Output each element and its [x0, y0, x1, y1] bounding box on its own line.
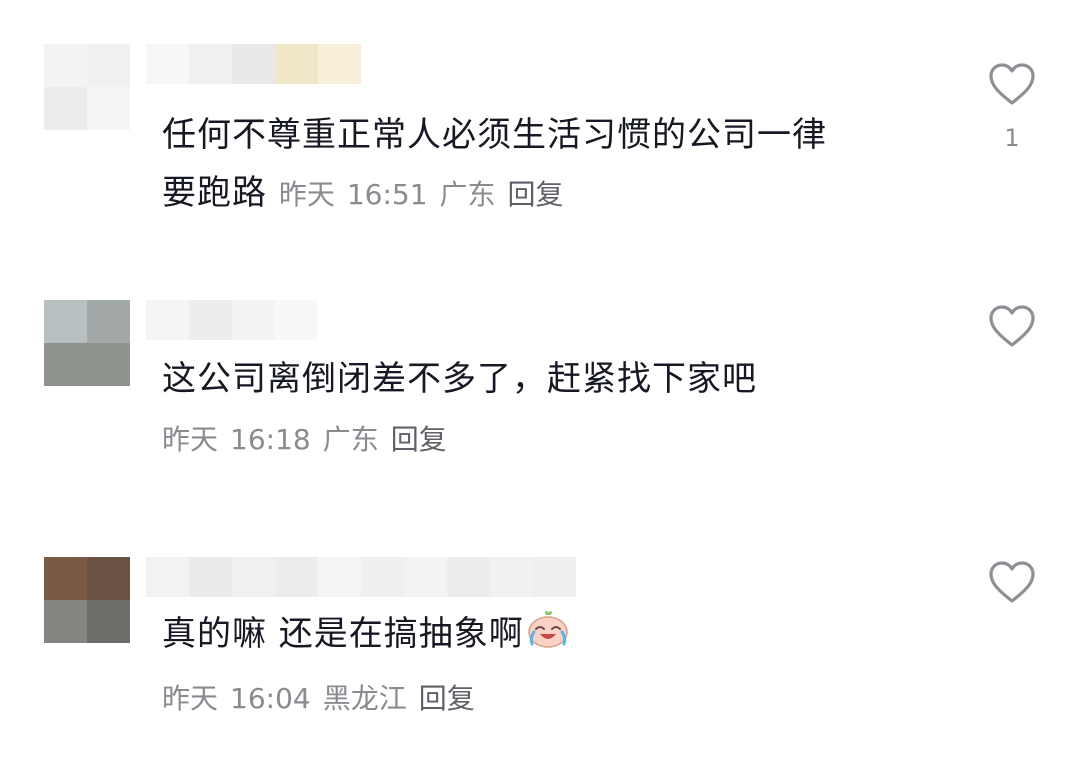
comment-text-line: 要跑路 — [162, 173, 267, 213]
comment-date: 昨天 — [162, 423, 219, 456]
comment-date: 昨天 — [162, 682, 219, 715]
like-control — [986, 560, 1038, 604]
username-tile — [189, 44, 232, 84]
avatar[interactable] — [44, 300, 130, 386]
username-tile — [275, 300, 318, 340]
username-tile — [275, 557, 318, 597]
like-count: 1 — [1004, 124, 1020, 152]
reply-button[interactable]: 回复 — [419, 682, 475, 715]
username-tile — [490, 557, 533, 597]
reply-button[interactable]: 回复 — [391, 423, 447, 456]
comment-time: 16:04 — [230, 682, 311, 715]
username-blurred[interactable] — [146, 300, 318, 340]
username-tile — [447, 557, 490, 597]
heart-outline-icon[interactable] — [988, 304, 1036, 348]
username-tile — [189, 300, 232, 340]
avatar-tile — [87, 557, 130, 600]
avatar-tile — [44, 300, 87, 343]
username-tile — [275, 44, 318, 84]
comment-meta: 昨天 16:51 广东 回复 — [279, 178, 576, 211]
comment-meta: 昨天 16:18 广东 回复 — [162, 423, 459, 456]
username-tile — [404, 557, 447, 597]
username-blurred[interactable] — [146, 44, 361, 84]
avatar-tile — [44, 44, 87, 87]
avatar-tile — [44, 87, 87, 130]
heart-outline-icon[interactable] — [988, 62, 1036, 106]
avatar-tile — [44, 343, 87, 386]
like-control: 1 — [986, 62, 1038, 152]
username-tile — [232, 44, 275, 84]
username-tile — [146, 44, 189, 84]
comment-date: 昨天 — [278, 178, 335, 211]
username-tile — [146, 300, 189, 340]
avatar-tile — [44, 557, 87, 600]
comment-location: 广东 — [439, 178, 496, 211]
comment-time: 16:18 — [230, 423, 311, 456]
comment-text-line: 任何不尊重正常人必须生活习惯的公司一律 — [162, 115, 827, 155]
like-control — [986, 304, 1038, 348]
avatar[interactable] — [44, 557, 130, 643]
avatar-tile — [87, 44, 130, 87]
comment-meta: 昨天 16:04 黑龙江 回复 — [162, 682, 487, 715]
avatar-tile — [87, 300, 130, 343]
username-tile — [232, 557, 275, 597]
comment-text: 真的嘛 还是在搞抽象啊 昨天 16:04 黑龙江 回复 — [162, 605, 942, 731]
cry-laugh-emoji — [526, 609, 570, 667]
comment-text: 这公司离倒闭差不多了，赶紧找下家吧 昨天 16:18 广东 回复 — [162, 350, 942, 472]
avatar-tile — [87, 87, 130, 130]
comment-location: 广东 — [322, 423, 379, 456]
comment-time: 16:51 — [346, 178, 428, 211]
username-tile — [533, 557, 576, 597]
username-tile — [232, 300, 275, 340]
username-tile — [189, 557, 232, 597]
avatar-tile — [44, 600, 87, 643]
avatar[interactable] — [44, 44, 130, 130]
heart-outline-icon[interactable] — [988, 560, 1036, 604]
username-tile — [361, 557, 404, 597]
reply-button[interactable]: 回复 — [508, 178, 564, 211]
username-tile — [146, 557, 189, 597]
comment-text-line: 真的嘛 还是在搞抽象啊 — [162, 614, 524, 654]
comment-text: 任何不尊重正常人必须生活习惯的公司一律 要跑路 昨天 16:51 广东 回复 — [162, 106, 942, 224]
comment-text-line: 这公司离倒闭差不多了，赶紧找下家吧 — [162, 359, 757, 399]
username-blurred[interactable] — [146, 557, 576, 597]
comment-location: 黑龙江 — [322, 682, 407, 715]
avatar-tile — [87, 600, 130, 643]
avatar-tile — [87, 343, 130, 386]
username-tile — [318, 44, 361, 84]
username-tile — [318, 557, 361, 597]
